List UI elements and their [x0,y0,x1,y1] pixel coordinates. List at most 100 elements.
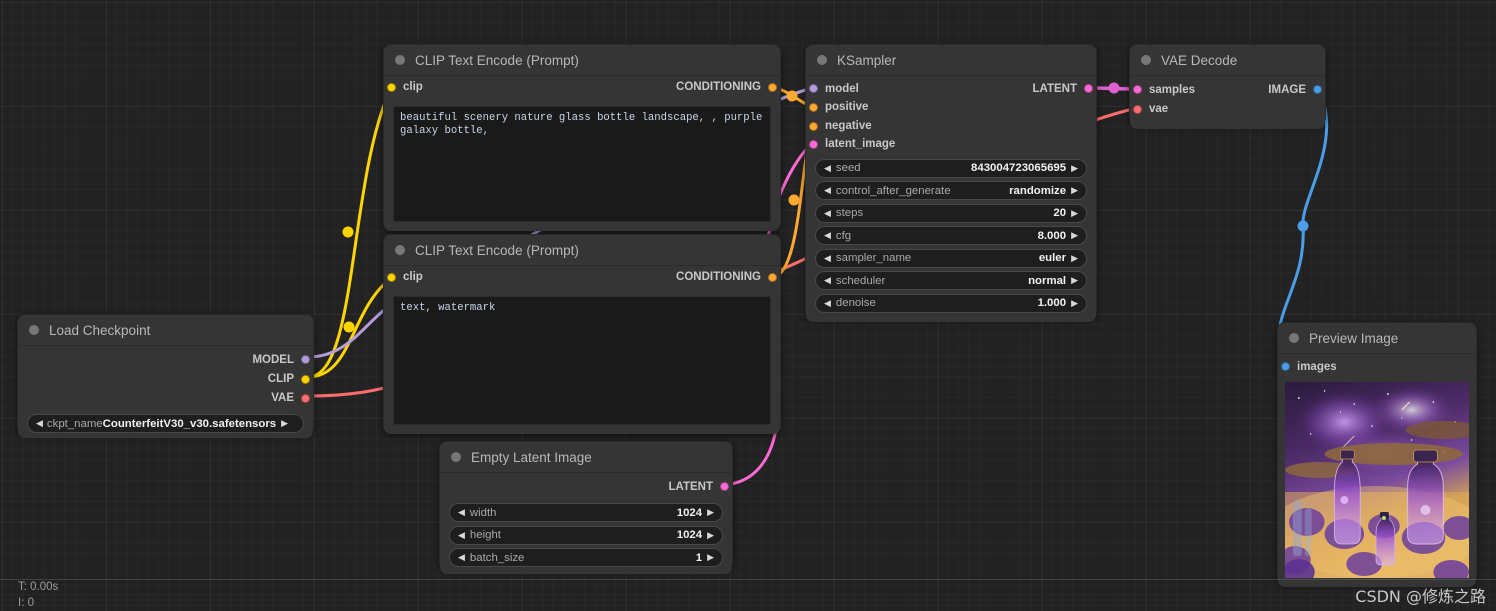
increment-arrow-icon[interactable]: ▶ [707,553,714,562]
node-title-bar[interactable]: CLIP Text Encode (Prompt) [384,45,780,76]
widget-value[interactable]: 1024 [677,529,702,541]
widget-steps[interactable]: ◀ steps 20 ▶ [815,203,1087,223]
output-slot-image[interactable] [1313,85,1322,94]
generated-image [1285,382,1469,578]
widget-denoise[interactable]: ◀ denoise 1.000 ▶ [815,293,1087,313]
preview-image-thumbnail[interactable] [1285,382,1469,578]
decrement-arrow-icon[interactable]: ◀ [824,186,831,195]
decrement-arrow-icon[interactable]: ◀ [824,298,831,308]
increment-arrow-icon[interactable]: ▶ [281,419,288,428]
node-title-bar[interactable]: Preview Image [1278,323,1476,354]
widget-cfg[interactable]: ◀ cfg 8.000 ▶ [815,226,1087,245]
input-slot-negative[interactable] [809,121,818,131]
decrement-arrow-icon[interactable]: ◀ [824,163,831,173]
node-preview-image[interactable]: Preview Image images [1277,322,1477,587]
output-slot-model[interactable] [301,355,310,364]
input-slot-vae[interactable] [1133,105,1142,114]
decrement-arrow-icon[interactable]: ◀ [458,530,465,540]
widget-value[interactable]: 843004723065695 [971,162,1066,174]
widget-label: ckpt_name [46,417,103,430]
input-slot-samples[interactable] [1133,85,1142,94]
increment-arrow-icon[interactable]: ▶ [707,508,714,517]
decrement-arrow-icon[interactable]: ◀ [824,208,831,218]
decrement-arrow-icon[interactable]: ◀ [824,231,831,240]
widget-label: denoise [835,297,876,309]
widget-value[interactable]: 1 [696,552,702,564]
input-label-vae: vae [1149,103,1169,116]
prompt-textarea-positive[interactable]: beautiful scenery nature glass bottle la… [393,106,771,222]
input-slot-positive[interactable] [809,103,818,112]
increment-arrow-icon[interactable]: ▶ [1071,276,1078,285]
collapse-dot-icon[interactable] [395,245,405,255]
slot-row: model LATENT [806,79,1096,98]
collapse-dot-icon[interactable] [1141,55,1151,65]
node-title-bar[interactable]: Load Checkpoint [18,315,313,346]
increment-arrow-icon[interactable]: ▶ [1071,253,1078,263]
output-label-clip: CLIP [267,373,294,386]
widget-value[interactable]: 1024 [677,507,702,519]
input-slot-clip[interactable] [387,273,396,282]
input-label-negative: negative [825,119,872,132]
increment-arrow-icon[interactable]: ▶ [1071,231,1078,240]
input-slot-latent-image[interactable] [809,140,818,149]
input-slot-clip[interactable] [387,83,396,92]
output-slot-conditioning[interactable] [768,83,777,92]
widget-label: steps [835,207,864,219]
node-load-checkpoint[interactable]: Load Checkpoint MODEL CLIP VAE ◀ ckpt_na… [17,314,314,438]
node-title-text: Empty Latent Image [471,449,592,465]
collapse-dot-icon[interactable] [1289,333,1299,343]
increment-arrow-icon[interactable]: ▶ [1071,163,1078,173]
graph-canvas[interactable]: CLIP Text Encode (Prompt) clip CONDITION… [0,0,1496,611]
decrement-arrow-icon[interactable]: ◀ [458,553,465,562]
node-title-bar[interactable]: CLIP Text Encode (Prompt) [384,235,780,266]
watermark-text: CSDN @修炼之路 [1355,587,1486,606]
input-slot-model[interactable] [809,84,818,93]
increment-arrow-icon[interactable]: ▶ [707,530,714,540]
node-title-bar[interactable]: Empty Latent Image [440,442,732,473]
widget-sampler-name[interactable]: ◀ sampler_name euler ▶ [815,248,1087,268]
output-slot-conditioning[interactable] [768,273,777,282]
collapse-dot-icon[interactable] [817,55,827,65]
slot-row: clip CONDITIONING [384,76,780,98]
slot-row: clip CONDITIONING [384,266,780,288]
widget-value[interactable]: normal [1028,275,1066,287]
increment-arrow-icon[interactable]: ▶ [1071,298,1078,308]
collapse-dot-icon[interactable] [395,55,405,65]
widget-value[interactable]: CounterfeitV30_v30.safetensors [103,418,276,430]
widget-control-after-generate[interactable]: ◀ control_after_generate randomize ▶ [815,181,1087,200]
widget-seed[interactable]: ◀ seed 843004723065695 ▶ [815,158,1087,178]
node-clip-text-encode-positive[interactable]: CLIP Text Encode (Prompt) clip CONDITION… [383,44,781,231]
widget-value[interactable]: 8.000 [1038,230,1067,242]
widget-value[interactable]: randomize [1009,185,1066,197]
decrement-arrow-icon[interactable]: ◀ [824,253,831,263]
decrement-arrow-icon[interactable]: ◀ [458,508,465,517]
collapse-dot-icon[interactable] [29,325,39,335]
node-clip-text-encode-negative[interactable]: CLIP Text Encode (Prompt) clip CONDITION… [383,234,781,434]
widget-value[interactable]: euler [1039,252,1066,264]
widget-ckpt-name[interactable]: ◀ ckpt_name CounterfeitV30_v30.safetenso… [27,414,304,433]
decrement-arrow-icon[interactable]: ◀ [36,419,43,428]
input-slot-images[interactable] [1281,362,1290,371]
output-label-latent: LATENT [668,481,713,493]
increment-arrow-icon[interactable]: ▶ [1071,208,1078,218]
widget-height[interactable]: ◀ height 1024 ▶ [449,525,723,545]
output-slot-latent[interactable] [720,482,729,491]
widget-batch-size[interactable]: ◀ batch_size 1 ▶ [449,548,723,567]
widget-value[interactable]: 1.000 [1038,297,1067,309]
output-slot-vae[interactable] [301,393,310,403]
node-empty-latent-image[interactable]: Empty Latent Image LATENT ◀ width 1024 ▶… [439,441,733,574]
node-ksampler[interactable]: KSampler model LATENT positive negative … [805,44,1097,322]
node-vae-decode[interactable]: VAE Decode samples IMAGE vae [1129,44,1326,129]
widget-value[interactable]: 20 [1053,207,1066,219]
output-slot-clip[interactable] [301,375,310,384]
decrement-arrow-icon[interactable]: ◀ [824,276,831,285]
output-slot-latent[interactable] [1084,84,1093,93]
status-time: T: 0.00s [18,581,59,593]
prompt-textarea-negative[interactable]: text, watermark [393,296,771,425]
node-title-bar[interactable]: KSampler [806,45,1096,76]
widget-width[interactable]: ◀ width 1024 ▶ [449,503,723,522]
increment-arrow-icon[interactable]: ▶ [1071,186,1078,195]
node-title-bar[interactable]: VAE Decode [1130,45,1325,76]
collapse-dot-icon[interactable] [451,452,461,462]
widget-scheduler[interactable]: ◀ scheduler normal ▶ [815,271,1087,290]
